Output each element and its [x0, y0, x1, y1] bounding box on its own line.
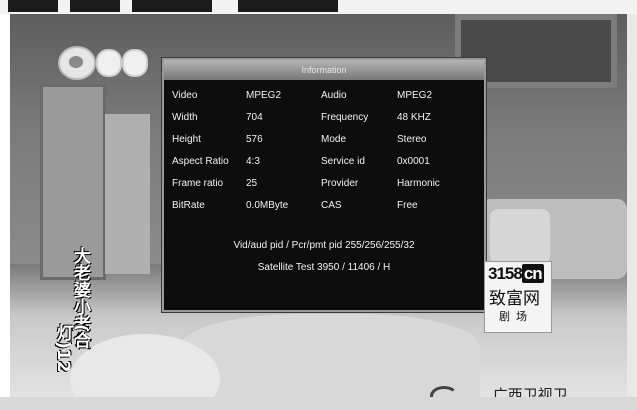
label-aspect-ratio: Aspect Ratio [172, 156, 229, 167]
value-provider: Harmonic [397, 178, 440, 189]
watermark-logo: 3158 cn 致富网 剧场 [484, 261, 552, 333]
watermark-site-number: 3158 [488, 264, 523, 283]
label-provider: Provider [321, 178, 359, 189]
channel-logo-pill [122, 49, 148, 77]
channel-logo-icon [58, 46, 96, 80]
top-bar-segment [70, 0, 120, 12]
channel-ticker: 广西卫视卫 [430, 384, 568, 397]
value-frame-ratio: 25 [246, 178, 258, 189]
label-width: Width [172, 112, 198, 123]
value-width: 704 [246, 112, 263, 123]
panel-title: Information [164, 60, 484, 80]
background-pillow [490, 209, 550, 264]
info-row: Width 704 Frequency 48 KHZ [164, 108, 484, 128]
value-height: 576 [246, 134, 263, 145]
label-frequency: Frequency [321, 112, 369, 123]
value-aspect-ratio: 4:3 [246, 156, 260, 167]
value-video: MPEG2 [246, 90, 282, 101]
top-border-bar [0, 0, 637, 14]
top-bar-segment [238, 0, 338, 12]
top-bar-segment [132, 0, 212, 12]
watermark-site: 3158 cn [488, 264, 544, 284]
label-frame-ratio: Frame ratio [172, 178, 224, 189]
label-service-id: Service id [321, 156, 365, 167]
top-bar-segment [8, 0, 58, 12]
watermark-tld: cn [521, 264, 544, 283]
satellite-info: Satellite Test 3950 / 11406 / H [257, 262, 391, 273]
right-border [627, 14, 637, 397]
ticker-logo-icon [430, 385, 458, 397]
bottom-border-bar [0, 397, 637, 410]
value-service-id: 0x0001 [397, 156, 430, 167]
info-row: BitRate 0.0MByte CAS Free [164, 196, 484, 216]
channel-logo [58, 46, 153, 80]
info-row: Aspect Ratio 4:3 Service id 0x0001 [164, 152, 484, 172]
label-mode: Mode [321, 134, 347, 145]
watermark-sub: 剧场 [499, 310, 533, 323]
information-panel: Information Video MPEG2 Audio MPEG2 Widt… [162, 58, 486, 312]
info-row: Video MPEG2 Audio MPEG2 [164, 86, 484, 106]
label-bitrate: BitRate [172, 200, 205, 211]
channel-logo-pill [96, 49, 122, 77]
pid-info: Vid/aud pid / Pcr/pmt pid 255/256/255/32 [233, 240, 415, 251]
value-bitrate: 0.0MByte [246, 200, 289, 211]
label-cas: CAS [321, 200, 342, 211]
watermark-name: 致富网 [489, 289, 540, 309]
ticker-text: 广西卫视卫 [492, 386, 568, 397]
episode-subtitle: (合灯)12 [53, 324, 90, 373]
value-mode: Stereo [397, 134, 427, 145]
background-cabinet [105, 114, 150, 274]
label-height: Height [172, 134, 201, 145]
info-row: Height 576 Mode Stereo [164, 130, 484, 150]
value-frequency: 48 KHZ [397, 112, 431, 123]
value-cas: Free [397, 200, 418, 211]
label-video: Video [172, 90, 198, 101]
value-audio: MPEG2 [397, 90, 433, 101]
label-audio: Audio [321, 90, 347, 101]
info-row: Frame ratio 25 Provider Harmonic [164, 174, 484, 194]
